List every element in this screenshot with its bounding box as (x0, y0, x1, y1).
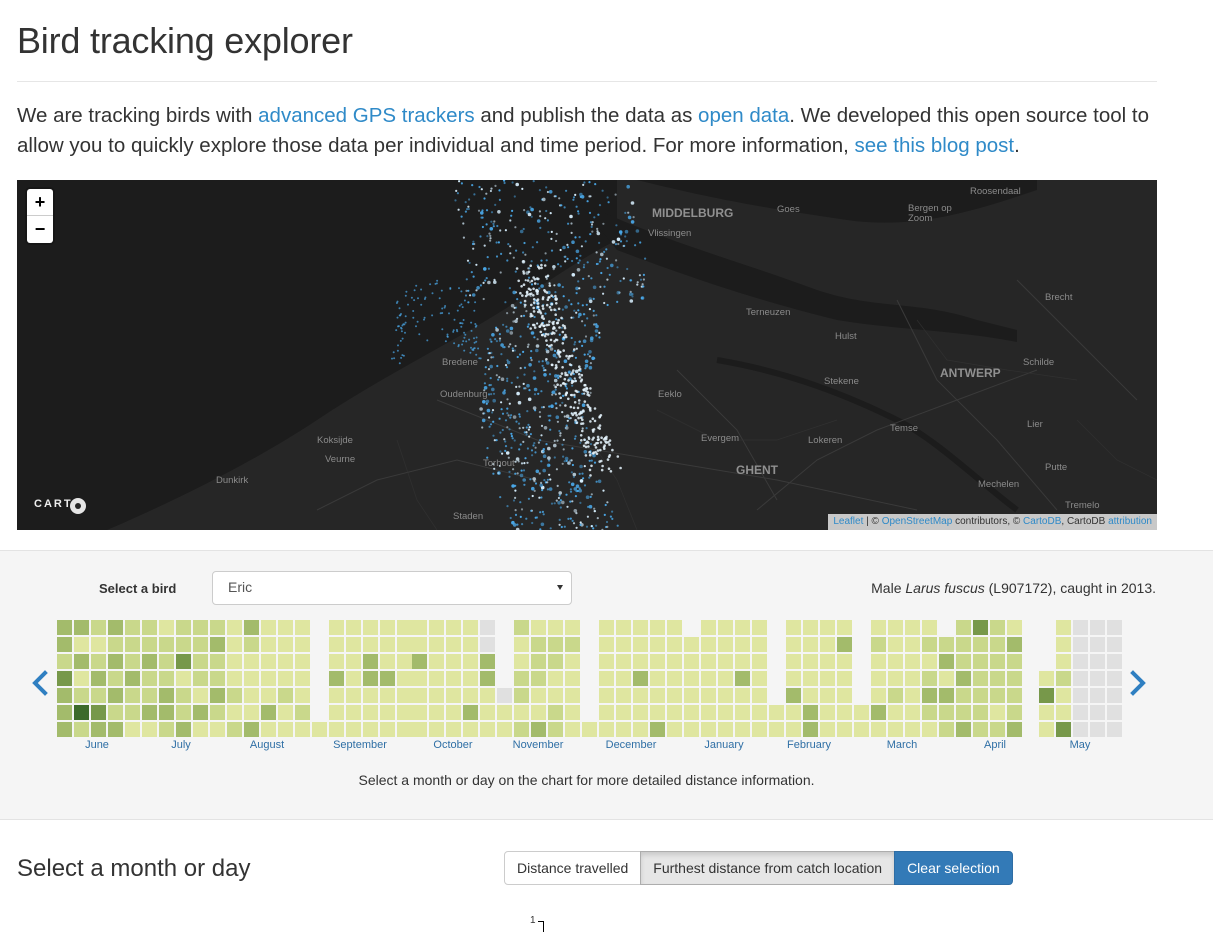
map-place-label: Lokeren (808, 435, 843, 446)
intro-text-4: . (1014, 133, 1020, 157)
map-place-label: Schilde (1023, 357, 1055, 368)
chevron-left-icon[interactable] (28, 667, 52, 699)
map-place-label: Vlissingen (648, 228, 692, 239)
page-title: Bird tracking explorer (17, 20, 353, 61)
gps-trackers-link[interactable]: advanced GPS trackers (258, 104, 475, 127)
bird-select[interactable]: Eric (212, 571, 572, 605)
zoom-in-button[interactable]: + (27, 189, 53, 216)
map-place-label: Staden (453, 511, 484, 522)
zoom-control: + − (27, 189, 53, 243)
map-basemap (17, 180, 1157, 530)
tracking-map[interactable] (17, 180, 1157, 530)
month-label-march[interactable]: March (887, 739, 918, 751)
attribution-cartodb-text: , CartoDB (1061, 516, 1109, 527)
month-label-may[interactable]: May (1070, 739, 1091, 751)
map-place-label: Hulst (835, 331, 857, 342)
map-place-label: Lier (1027, 419, 1043, 430)
map-place-label: Goes (777, 204, 800, 215)
map-place-label: Stekene (824, 376, 859, 387)
zoom-out-button[interactable]: − (27, 216, 53, 243)
carto-logo-icon (70, 498, 86, 514)
map-place-label: MIDDELBURG (652, 206, 734, 220)
intro-paragraph: We are tracking birds with advanced GPS … (17, 101, 1167, 160)
title-divider (17, 81, 1157, 82)
map-place-label: Koksijde (317, 435, 353, 446)
month-label-october[interactable]: October (433, 739, 472, 751)
map-place-label: Putte (1045, 462, 1068, 473)
map-place-label: Bergen op Zoom (908, 203, 952, 224)
bird-info-sex: Male (871, 580, 906, 596)
map-place-label: Mechelen (978, 479, 1020, 490)
metric-button-group: Distance travelled Furthest distance fro… (504, 851, 1013, 885)
month-label-january[interactable]: January (704, 739, 743, 751)
month-label-february[interactable]: February (787, 739, 831, 751)
caret-down-icon (557, 585, 563, 590)
attribution-sep: | © (863, 516, 882, 527)
bird-info-details: (L907172), caught in 2013. (984, 580, 1156, 596)
map-place-label: Eeklo (658, 389, 682, 400)
map-place-label: Bredene (442, 357, 478, 368)
bird-info-species: Larus fuscus (905, 580, 985, 596)
calendar-help-text: Select a month or day on the chart for m… (358, 772, 815, 788)
map-attribution: Leaflet | © OpenStreetMap contributors, … (828, 514, 1157, 530)
map-place-label: Terneuzen (746, 307, 791, 318)
month-label-september[interactable]: September (333, 739, 387, 751)
attribution-link[interactable]: attribution (1108, 516, 1152, 527)
map-place-label: Evergem (701, 433, 740, 444)
leaflet-link[interactable]: Leaflet (833, 516, 863, 527)
map-place-label: GHENT (736, 463, 778, 477)
select-bird-label: Select a bird (99, 581, 177, 596)
chart-axis-tick: 1 (530, 915, 536, 926)
open-data-link[interactable]: open data (698, 104, 789, 127)
clear-selection-button[interactable]: Clear selection (894, 851, 1013, 885)
month-label-july[interactable]: July (171, 739, 191, 751)
month-label-august[interactable]: August (250, 739, 284, 751)
map-place-label: Tremelo (1065, 500, 1100, 511)
blog-post-link[interactable]: see this blog post (855, 134, 1015, 157)
map-place-label: Brecht (1045, 292, 1073, 303)
distance-travelled-button[interactable]: Distance travelled (504, 851, 642, 885)
osm-link[interactable]: OpenStreetMap (882, 516, 953, 527)
map-place-label: Oudenburg (440, 389, 488, 400)
map-place-label: Dunkirk (216, 475, 249, 486)
month-label-april[interactable]: April (984, 739, 1006, 751)
map-place-label: Temse (890, 423, 918, 434)
chevron-right-icon[interactable] (1126, 667, 1150, 699)
month-label-december[interactable]: December (606, 739, 657, 751)
month-label-november[interactable]: November (513, 739, 564, 751)
bird-select-value: Eric (228, 579, 253, 595)
detail-section-title: Select a month or day (17, 855, 251, 882)
map-place-label: Roosendaal (970, 186, 1021, 197)
chart-axis-line (538, 921, 544, 932)
map-place-label: Veurne (325, 454, 356, 465)
intro-text-1: We are tracking birds with (17, 104, 259, 127)
intro-text-2: and publish the data as (474, 104, 699, 127)
bird-info: Male Larus fuscus (L907172), caught in 2… (871, 580, 1156, 596)
map-place-label: Torhout (483, 458, 515, 469)
month-label-june[interactable]: June (85, 739, 109, 751)
attribution-contrib: contributors, © (952, 516, 1024, 527)
furthest-distance-button[interactable]: Furthest distance from catch location (640, 851, 896, 885)
cartodb-link[interactable]: CartoDB (1023, 516, 1061, 527)
map-place-label: ANTWERP (940, 366, 1001, 380)
